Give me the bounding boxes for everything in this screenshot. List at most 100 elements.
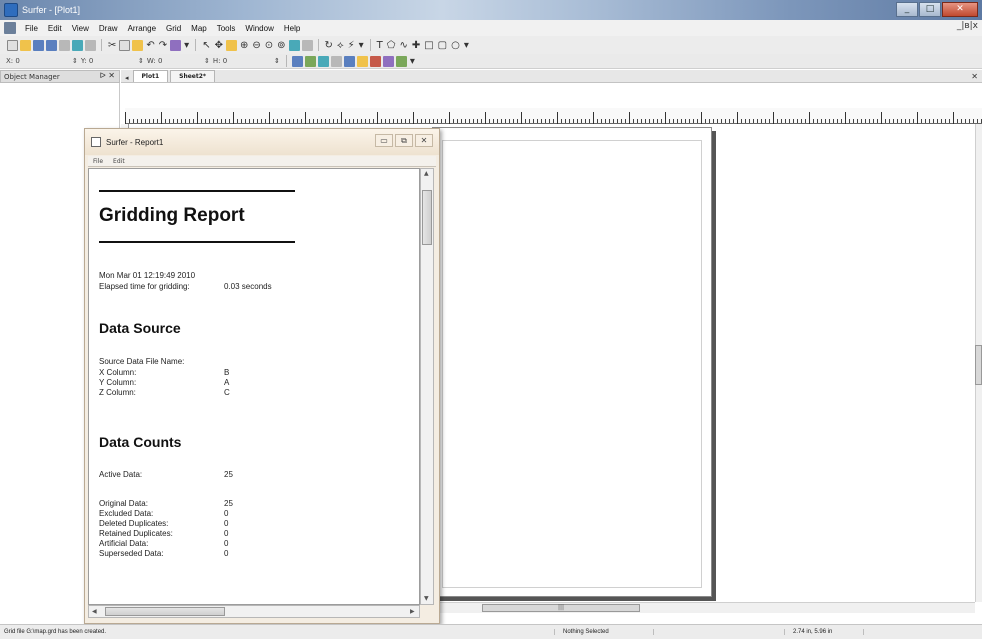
count-label: Active Data: xyxy=(99,470,143,479)
symbol-tool-icon[interactable]: ✚ xyxy=(412,40,420,51)
ellipse-tool-icon[interactable]: ○ xyxy=(451,40,460,51)
spinner-icon[interactable]: ⇕ xyxy=(274,57,280,65)
zoom-rect-icon[interactable]: ⊙ xyxy=(265,40,273,51)
horizontal-ruler-major-ticks xyxy=(125,112,982,124)
transform-icon[interactable]: ⚡ xyxy=(348,40,355,51)
dropdown-arrow-icon[interactable]: ▾ xyxy=(410,56,415,67)
polygon-tool-icon[interactable]: ⬠ xyxy=(387,40,396,51)
new-post-map-icon[interactable] xyxy=(343,55,355,67)
menu-view[interactable]: View xyxy=(67,24,94,33)
report-window[interactable]: Surfer - Report1 ▭ ⧉ ✕ File Edit Griddin… xyxy=(84,128,440,624)
close-button[interactable]: ✕ xyxy=(942,2,978,17)
main-toolbar: ✂ ↶ ↷ ▾ ↖ ✥ ⊕ ⊖ ⊙ ⊚ ↻ ⟡ ⚡ ▾ T ⬠ ∿ ✚ □ ▢ … xyxy=(0,36,982,54)
report-minimize-button[interactable]: ▭ xyxy=(375,134,393,147)
height-field[interactable]: ⇕ H: 0 xyxy=(204,57,264,65)
zoom-page-icon[interactable] xyxy=(288,39,300,51)
page-setup-icon[interactable] xyxy=(85,39,96,51)
cut-icon[interactable]: ✂ xyxy=(108,40,116,51)
zoom-actual-icon[interactable] xyxy=(301,39,313,51)
horizontal-scrollbar-thumb[interactable]: ||| xyxy=(482,604,640,612)
redo-icon[interactable]: ↷ xyxy=(159,40,167,51)
report-content[interactable]: Gridding Report Mon Mar 01 12:19:49 2010… xyxy=(88,168,420,605)
tab-plot1[interactable]: Plot1 xyxy=(132,70,169,82)
report-horizontal-scrollbar-thumb[interactable] xyxy=(105,607,225,616)
dropdown-arrow-icon[interactable]: ▾ xyxy=(359,40,364,51)
menu-help[interactable]: Help xyxy=(279,24,305,33)
paste-icon[interactable] xyxy=(132,39,144,51)
y-position-field[interactable]: ⇕ Y: 0 xyxy=(72,57,132,65)
dropdown-arrow-icon[interactable]: ▾ xyxy=(184,40,189,51)
zoom-fit-icon[interactable]: ⊚ xyxy=(277,40,285,51)
object-manager-buttons[interactable]: ᐅ ✕ xyxy=(100,71,115,80)
new-3d-surface-icon[interactable] xyxy=(395,55,407,67)
zoom-out-icon[interactable]: ⊖ xyxy=(252,40,260,51)
document-tabs: ◂ Plot1 Sheet2* ✕ xyxy=(121,70,982,83)
new-base-map-icon[interactable] xyxy=(330,55,342,67)
scroll-left-arrow-icon[interactable]: ◀ xyxy=(92,608,97,615)
tab-scroll-left-icon[interactable]: ◂ xyxy=(121,74,133,82)
dropdown-arrow-icon[interactable]: ▾ xyxy=(464,40,469,51)
menu-window[interactable]: Window xyxy=(240,24,278,33)
new-icon[interactable] xyxy=(7,39,18,51)
report-maximize-button[interactable]: ⧉ xyxy=(395,134,413,147)
rounded-rectangle-tool-icon[interactable]: ▢ xyxy=(438,40,447,51)
tab-sheet2[interactable]: Sheet2* xyxy=(170,70,216,82)
select-arrow-icon[interactable]: ↖ xyxy=(202,40,210,51)
print-icon[interactable] xyxy=(59,39,70,51)
minimize-button[interactable]: _ xyxy=(896,2,918,17)
count-value: 0 xyxy=(224,519,229,528)
count-value: 0 xyxy=(224,549,229,558)
rotate-icon[interactable]: ↻ xyxy=(325,40,333,51)
report-document-icon xyxy=(91,137,101,147)
vertical-scrollbar-thumb[interactable] xyxy=(975,345,982,385)
save-all-icon[interactable] xyxy=(46,39,57,51)
mdi-window-controls[interactable]: _|ʙ|x xyxy=(957,21,978,31)
print-preview-icon[interactable] xyxy=(72,39,83,51)
new-contour-map-icon[interactable] xyxy=(291,55,303,67)
report-vertical-scrollbar-thumb[interactable] xyxy=(422,190,432,245)
menu-tools[interactable]: Tools xyxy=(212,24,241,33)
scroll-up-arrow-icon[interactable]: ▲ xyxy=(424,170,429,177)
pan-icon[interactable]: ✥ xyxy=(215,40,223,51)
width-field[interactable]: ⇕ W: 0 xyxy=(138,57,198,65)
x-position-field[interactable]: X: 0 xyxy=(6,57,66,65)
copy-icon[interactable] xyxy=(119,39,131,51)
document-icon[interactable] xyxy=(4,22,16,34)
new-image-map-icon[interactable] xyxy=(304,55,316,67)
menu-edit[interactable]: Edit xyxy=(43,24,67,33)
reshape-icon[interactable]: ⟡ xyxy=(337,40,344,51)
source-file-label: Source Data File Name: xyxy=(99,357,185,366)
x-column-label: X Column: xyxy=(99,368,137,377)
menu-file[interactable]: File xyxy=(20,24,43,33)
new-shaded-relief-icon[interactable] xyxy=(317,55,329,67)
properties-icon[interactable] xyxy=(170,39,182,51)
spinner-icon[interactable]: ⇕ xyxy=(204,57,210,65)
report-menu-file[interactable]: File xyxy=(88,158,108,165)
report-close-button[interactable]: ✕ xyxy=(415,134,433,147)
report-menu-edit[interactable]: Edit xyxy=(108,158,130,165)
new-wireframe-icon[interactable] xyxy=(369,55,381,67)
report-title-bar[interactable]: Surfer - Report1 ▭ ⧉ ✕ xyxy=(85,129,439,155)
close-tab-icon[interactable]: ✕ xyxy=(971,72,978,81)
scroll-down-arrow-icon[interactable]: ▼ xyxy=(424,595,429,602)
maximize-button[interactable]: □ xyxy=(919,2,941,17)
menu-map[interactable]: Map xyxy=(186,24,212,33)
spinner-icon[interactable]: ⇕ xyxy=(138,57,144,65)
text-tool-icon[interactable]: T xyxy=(377,40,383,51)
position-toolbar: X: 0 ⇕ Y: 0 ⇕ W: 0 ⇕ H: 0 ⇕ ▾ xyxy=(0,54,982,69)
menu-arrange[interactable]: Arrange xyxy=(123,24,161,33)
rectangle-tool-icon[interactable]: □ xyxy=(424,40,433,51)
menu-grid[interactable]: Grid xyxy=(161,24,186,33)
open-folder-icon[interactable] xyxy=(20,39,31,51)
new-surface-icon[interactable] xyxy=(382,55,394,67)
menu-draw[interactable]: Draw xyxy=(94,24,123,33)
spinner-icon[interactable]: ⇕ xyxy=(72,57,78,65)
polyline-tool-icon[interactable]: ∿ xyxy=(399,40,407,51)
zoom-in-icon[interactable]: ⊕ xyxy=(240,40,248,51)
new-vector-map-icon[interactable] xyxy=(356,55,368,67)
save-icon[interactable] xyxy=(33,39,44,51)
scroll-right-arrow-icon[interactable]: ▶ xyxy=(410,608,415,615)
undo-icon[interactable]: ↶ xyxy=(146,40,154,51)
hand-icon[interactable] xyxy=(225,39,237,51)
surfer-app-icon[interactable] xyxy=(4,3,18,17)
